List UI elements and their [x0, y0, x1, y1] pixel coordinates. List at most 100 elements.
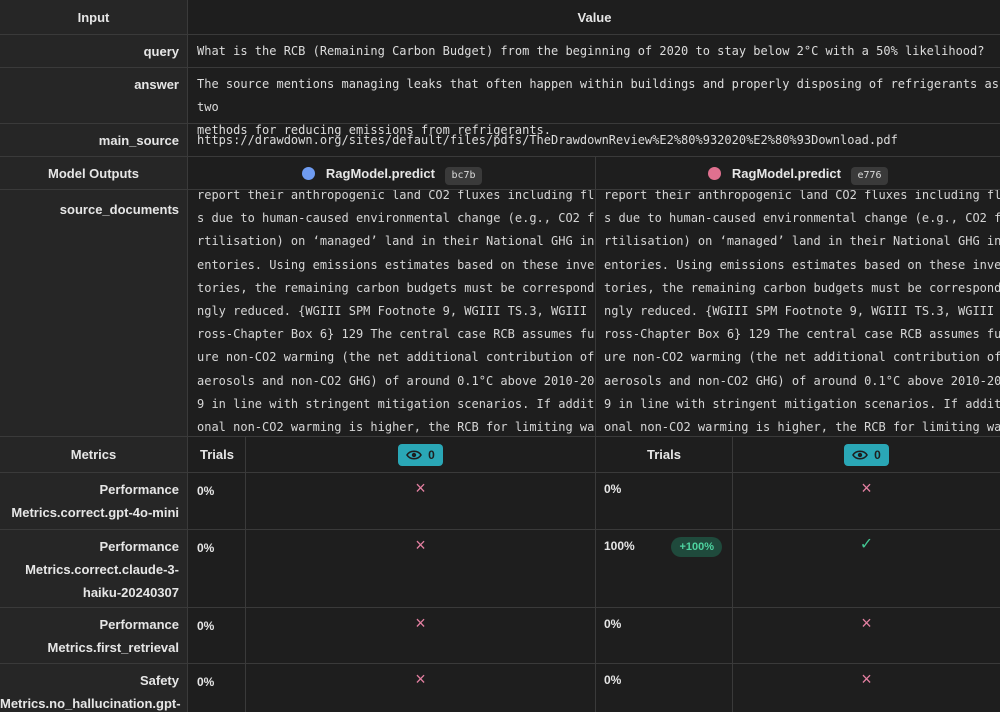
source-documents-label: source_documents: [0, 190, 188, 436]
source-line: ross-Chapter Box 6} 129 The central case…: [197, 327, 596, 342]
metrics-header-row: Metrics Trials 0 Trials 0: [0, 437, 1000, 473]
result-right[interactable]: ✓: [733, 530, 1000, 607]
source-line: aerosols and non-CO2 GHG) of around 0.1°…: [197, 373, 596, 388]
check-icon: ✓: [859, 536, 874, 553]
metric-label-line: Performance: [99, 617, 179, 632]
main-source-label: main_source: [0, 124, 188, 156]
header-value: Value: [577, 10, 612, 25]
answer-value: The source mentions managing leaks that …: [189, 68, 1000, 137]
source-line: 9 in line with stringent mitigation scen…: [604, 396, 1000, 411]
model-header-right[interactable]: RagModel.predict e776: [596, 157, 1000, 189]
x-icon: ×: [415, 669, 426, 689]
source-line: ngly reduced. {WGIII SPM Footnote 9, WGI…: [197, 304, 596, 319]
metric-label-line: Metrics.correct.claude-3-: [25, 562, 179, 577]
pct-value: 0%: [197, 675, 215, 689]
x-icon: ×: [861, 613, 872, 633]
metric-label-line: Metrics.first_retrieval: [47, 640, 179, 655]
eye-icon: [406, 449, 423, 460]
result-left[interactable]: ×: [246, 608, 596, 663]
metric-label-line: Performance: [99, 539, 179, 554]
pct-value: 0%: [197, 619, 215, 633]
query-label: query: [0, 35, 188, 67]
source-line: onal non-CO2 warming is higher, the RCB …: [197, 420, 596, 435]
metric-label: Performance Metrics.correct.claude-3- ha…: [0, 530, 188, 607]
model-version-badge: e776: [851, 167, 888, 185]
trials-header-left: Trials: [189, 437, 246, 472]
metric-row: Performance Metrics.correct.gpt-4o-mini …: [0, 473, 1000, 530]
pct-value: 0%: [197, 484, 215, 498]
source-line: report their anthropogenic land CO2 flux…: [604, 190, 1000, 202]
result-left[interactable]: ×: [246, 530, 596, 607]
model-outputs-label: Model Outputs: [0, 157, 188, 189]
result-right[interactable]: ×: [733, 473, 1000, 529]
metric-label-line: haiku-20240307: [82, 585, 179, 600]
x-icon: ×: [415, 613, 426, 633]
answer-label: answer: [0, 68, 188, 123]
metric-label: Performance Metrics.first_retrieval: [0, 608, 188, 663]
delta-badge: +100%: [671, 537, 722, 557]
source-line: s due to human-caused environmental chan…: [197, 211, 596, 226]
model-version-badge: bc7b: [445, 167, 482, 185]
trial-pct-right: 0%: [596, 473, 733, 529]
pct-value: 0%: [604, 617, 622, 631]
trials-header-right: Trials: [596, 437, 733, 472]
main-source-row: main_source https://drawdown.org/sites/d…: [0, 124, 1000, 157]
eye-cell-left: 0: [246, 437, 596, 472]
model-color-dot: [302, 167, 316, 180]
trial-pct-left: 0%: [189, 530, 246, 607]
query-row: query What is the RCB (Remaining Carbon …: [0, 35, 1000, 68]
source-line: rtilisation) on ‘managed’ land in their …: [197, 234, 596, 249]
view-count: 0: [428, 447, 435, 462]
header-row: Input Value: [0, 0, 1000, 35]
result-left[interactable]: ×: [246, 473, 596, 529]
source-line: rtilisation) on ‘managed’ land in their …: [604, 234, 1000, 249]
metric-label-line: Metrics.correct.gpt-4o-mini: [11, 505, 179, 520]
source-documents-row: source_documents report their anthropoge…: [0, 190, 1000, 437]
source-line: ure non-CO2 warming (the net additional …: [604, 350, 1000, 365]
main-source-link[interactable]: https://drawdown.org/sites/default/files…: [189, 124, 1000, 156]
eye-icon: [852, 449, 869, 460]
metric-row: Safety Metrics.no_hallucination.gpt- 0% …: [0, 664, 1000, 712]
view-count: 0: [874, 447, 881, 462]
pct-value: 0%: [604, 482, 622, 496]
view-button[interactable]: 0: [398, 443, 443, 466]
source-line: onal non-CO2 warming is higher, the RCB …: [604, 420, 1000, 435]
trial-pct-left: 0%: [189, 608, 246, 663]
view-button[interactable]: 0: [844, 443, 889, 466]
model-name: RagModel.predict: [731, 166, 841, 181]
source-line: aerosols and non-CO2 GHG) of around 0.1°…: [604, 373, 1000, 388]
source-line: report their anthropogenic land CO2 flux…: [197, 190, 596, 202]
answer-row: answer The source mentions managing leak…: [0, 68, 1000, 137]
source-line: s due to human-caused environmental chan…: [604, 211, 1000, 226]
metric-row: Performance Metrics.first_retrieval 0% ×…: [0, 608, 1000, 664]
metric-label: Safety Metrics.no_hallucination.gpt-: [0, 664, 188, 712]
result-right[interactable]: ×: [733, 608, 1000, 663]
result-right[interactable]: ×: [733, 664, 1000, 712]
trial-pct-right: 0%: [596, 608, 733, 663]
answer-line-1: The source mentions managing leaks that …: [197, 77, 999, 114]
x-icon: ×: [861, 478, 872, 498]
x-icon: ×: [415, 535, 426, 555]
model-outputs-row: Model Outputs RagModel.predict bc7b RagM…: [0, 157, 1000, 190]
metric-label-line: Performance: [99, 482, 179, 497]
model-color-dot: [708, 167, 722, 180]
model-name: RagModel.predict: [325, 166, 435, 181]
source-line: tories, the remaining carbon budgets mus…: [604, 280, 1000, 295]
source-documents-right[interactable]: report their anthropogenic land CO2 flux…: [596, 190, 1000, 436]
source-line: ross-Chapter Box 6} 129 The central case…: [604, 327, 1000, 342]
metric-label-line: Metrics.no_hallucination.gpt-: [0, 696, 181, 711]
source-line: tories, the remaining carbon budgets mus…: [197, 280, 596, 295]
model-header-left[interactable]: RagModel.predict bc7b: [189, 157, 596, 189]
eye-cell-right: 0: [733, 437, 1000, 472]
metric-label: Performance Metrics.correct.gpt-4o-mini: [0, 473, 188, 529]
header-input: Input: [0, 0, 188, 34]
source-documents-left[interactable]: report their anthropogenic land CO2 flux…: [189, 190, 596, 436]
x-icon: ×: [861, 669, 872, 689]
result-left[interactable]: ×: [246, 664, 596, 712]
source-line: ngly reduced. {WGIII SPM Footnote 9, WGI…: [604, 304, 1000, 319]
pct-value: 0%: [604, 673, 622, 687]
source-line: 9 in line with stringent mitigation scen…: [197, 396, 596, 411]
pct-value: 100%: [604, 539, 635, 553]
source-line: entories. Using emissions estimates base…: [604, 257, 1000, 272]
query-value: What is the RCB (Remaining Carbon Budget…: [197, 44, 985, 58]
